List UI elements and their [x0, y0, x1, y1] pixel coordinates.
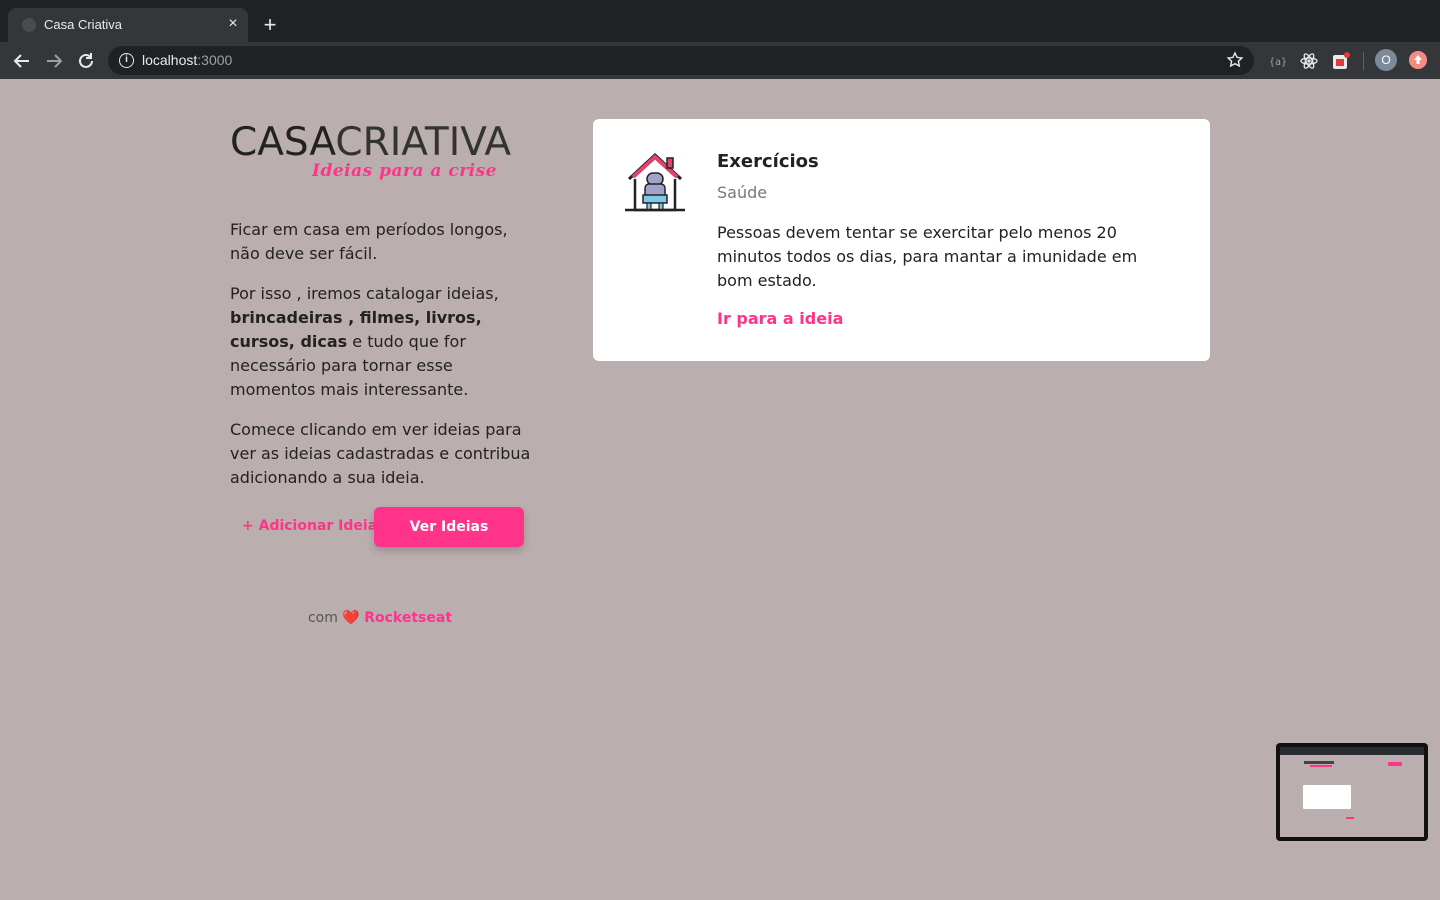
- screen-preview-thumbnail[interactable]: [1276, 743, 1428, 841]
- thumbnail-card: [1303, 785, 1351, 809]
- intro-text: Ficar em casa em períodos longos, não de…: [230, 218, 535, 506]
- idea-card: Exercícios Saúde Pessoas devem tentar se…: [593, 119, 1210, 361]
- browser-tab[interactable]: Casa Criativa ×: [8, 8, 248, 42]
- globe-icon: [22, 18, 36, 32]
- reload-icon[interactable]: [75, 50, 97, 72]
- new-tab-button[interactable]: +: [258, 14, 282, 38]
- extension-badge-icon[interactable]: [1331, 51, 1351, 71]
- logo-tagline: Ideias para a crise: [312, 161, 497, 181]
- actions: + Adicionar Ideia Ver Ideias: [230, 507, 530, 547]
- go-to-idea-link[interactable]: Ir para a ideia: [717, 309, 843, 328]
- home-exercise-icon: [625, 152, 685, 212]
- browser-toolbar: i localhost:3000 {a} O: [0, 42, 1440, 79]
- address-bar[interactable]: i localhost:3000: [108, 46, 1254, 75]
- bookmark-star-icon[interactable]: [1226, 51, 1244, 69]
- idea-description: Pessoas devem tentar se exercitar pelo m…: [717, 223, 1138, 290]
- logo-wordmark: CASACRIATIVA: [230, 120, 512, 165]
- idea-title: Exercícios: [717, 151, 819, 172]
- thumbnail-tagline: [1310, 765, 1332, 767]
- see-ideas-button[interactable]: Ver Ideias: [374, 507, 524, 547]
- footer: com ❤️ Rocketseat: [230, 610, 530, 626]
- thumbnail-footer: [1346, 817, 1354, 819]
- thumbnail-canvas: [1280, 747, 1424, 837]
- intro-paragraph: Por isso , iremos catalogar ideias, brin…: [230, 284, 499, 399]
- browser-tabbar: Casa Criativa × +: [0, 0, 1440, 42]
- rocketseat-link[interactable]: Rocketseat: [364, 610, 452, 626]
- thumbnail-logo: [1304, 761, 1334, 764]
- forward-arrow-icon[interactable]: [43, 50, 65, 72]
- url-text[interactable]: localhost:3000: [142, 52, 232, 68]
- toolbar-separator: [1363, 52, 1364, 70]
- back-arrow-icon[interactable]: [11, 50, 33, 72]
- json-extension-icon[interactable]: {a}: [1267, 51, 1287, 71]
- thumbnail-chrome: [1280, 747, 1424, 755]
- idea-category: Saúde: [717, 183, 768, 202]
- add-idea-button[interactable]: + Adicionar Ideia: [242, 518, 377, 534]
- intro-paragraph: Comece clicando em ver ideias para ver a…: [230, 420, 531, 487]
- close-tab-icon[interactable]: ×: [224, 15, 242, 33]
- heart-icon: ❤️: [342, 610, 360, 626]
- svg-text:{a}: {a}: [1269, 57, 1287, 68]
- footer-prefix: com: [307, 610, 338, 626]
- tab-title: Casa Criativa: [44, 17, 123, 32]
- logo: CASACRIATIVA Ideias para a crise: [230, 120, 530, 182]
- thumbnail-button: [1388, 762, 1402, 766]
- update-arrow-icon[interactable]: [1409, 51, 1427, 69]
- info-icon[interactable]: i: [119, 53, 134, 68]
- intro-paragraph: Ficar em casa em períodos longos, não de…: [230, 220, 508, 263]
- react-devtools-icon[interactable]: [1299, 51, 1319, 71]
- profile-avatar[interactable]: O: [1375, 49, 1397, 71]
